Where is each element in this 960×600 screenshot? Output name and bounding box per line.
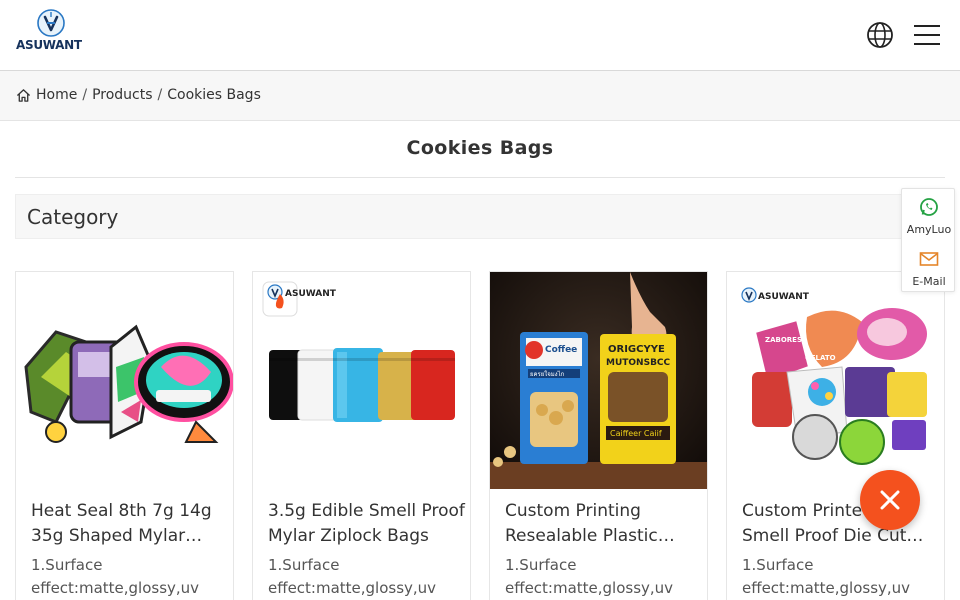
category-toggle[interactable]: Category xyxy=(15,194,945,239)
product-image[interactable]: Coffee ยครยใจมงไก ORIGCYYE MUTONSBCC Cai… xyxy=(490,272,707,489)
email-contact[interactable]: E-Mail xyxy=(902,241,956,293)
hamburger-menu-icon[interactable] xyxy=(912,22,942,48)
product-name[interactable]: Custom Printing Resealable Plastic Bags xyxy=(505,499,703,549)
product-card[interactable]: Coffee ยครยใจมงไก ORIGCYYE MUTONSBCC Cai… xyxy=(489,271,708,600)
product-image[interactable]: ASUWANT xyxy=(253,272,470,489)
logo-text: ASUWANT xyxy=(16,38,82,52)
sticker-text: GELATO xyxy=(805,354,836,362)
globe-icon[interactable] xyxy=(866,21,894,49)
product-desc: 1.Surface effect:matte,glossy,uv xyxy=(31,556,200,597)
bag-label: Caiffeer Caiif xyxy=(610,429,662,438)
product-desc: 1.Surface effect:matte,glossy,uv xyxy=(505,556,674,597)
home-icon xyxy=(16,88,31,102)
product-card[interactable]: Heat Seal 8th 7g 14g 35g Shaped Mylar Ba… xyxy=(15,271,234,600)
bag-label: ORIGCYYE xyxy=(608,344,665,355)
page-title: Cookies Bags xyxy=(406,137,554,159)
badge-logo-text: ASUWANT xyxy=(758,292,810,302)
breadcrumb-separator: / xyxy=(82,87,88,103)
product-name[interactable]: 3.5g Edible Smell Proof Mylar Ziplock Ba… xyxy=(268,499,466,549)
breadcrumb-products-link[interactable]: Products xyxy=(92,87,152,103)
mail-icon xyxy=(919,252,939,266)
whatsapp-contact[interactable]: AmyLuo xyxy=(902,189,956,241)
email-label: E-Mail xyxy=(912,275,946,288)
bag-label: MUTONSBCC xyxy=(606,358,671,368)
bag-label: ยครยใจมงไก xyxy=(530,370,565,378)
whatsapp-label: AmyLuo xyxy=(906,223,952,236)
product-image[interactable]: ASUWANT ZABORES BOOM GELATO xyxy=(727,272,944,489)
breadcrumb-separator: / xyxy=(157,87,163,103)
product-desc: 1.Surface effect:matte,glossy,uv xyxy=(268,556,437,597)
badge-logo-text: ASUWANT xyxy=(285,289,337,299)
product-card[interactable]: ASUWANT ZABORES BOOM GELATO Custom Print… xyxy=(726,271,945,600)
whatsapp-icon xyxy=(920,198,938,216)
product-image[interactable] xyxy=(16,272,233,489)
product-card[interactable]: ASUWANT 3.5g Edible Smell Proof Mylar Zi… xyxy=(252,271,471,600)
category-heading: Category xyxy=(27,205,119,229)
side-contact-panel: AmyLuo E-Mail xyxy=(901,188,955,292)
breadcrumb: Home / Products / Cookies Bags xyxy=(16,87,261,103)
breadcrumb-bar: Home / Products / Cookies Bags xyxy=(0,71,960,121)
close-chat-button[interactable] xyxy=(860,470,920,530)
close-icon xyxy=(880,490,900,510)
breadcrumb-current: Cookies Bags xyxy=(167,87,261,103)
product-name[interactable]: Heat Seal 8th 7g 14g 35g Shaped Mylar Ba… xyxy=(31,499,229,549)
bag-label: Coffee xyxy=(545,345,577,355)
site-header: ASUWANT xyxy=(0,0,960,71)
breadcrumb-home-link[interactable]: Home xyxy=(36,87,77,103)
title-divider xyxy=(15,177,945,178)
brand-logo[interactable]: ASUWANT xyxy=(16,8,86,56)
product-desc: 1.Surface effect:matte,glossy,uv xyxy=(742,556,911,597)
logo-mark-icon xyxy=(37,9,65,37)
